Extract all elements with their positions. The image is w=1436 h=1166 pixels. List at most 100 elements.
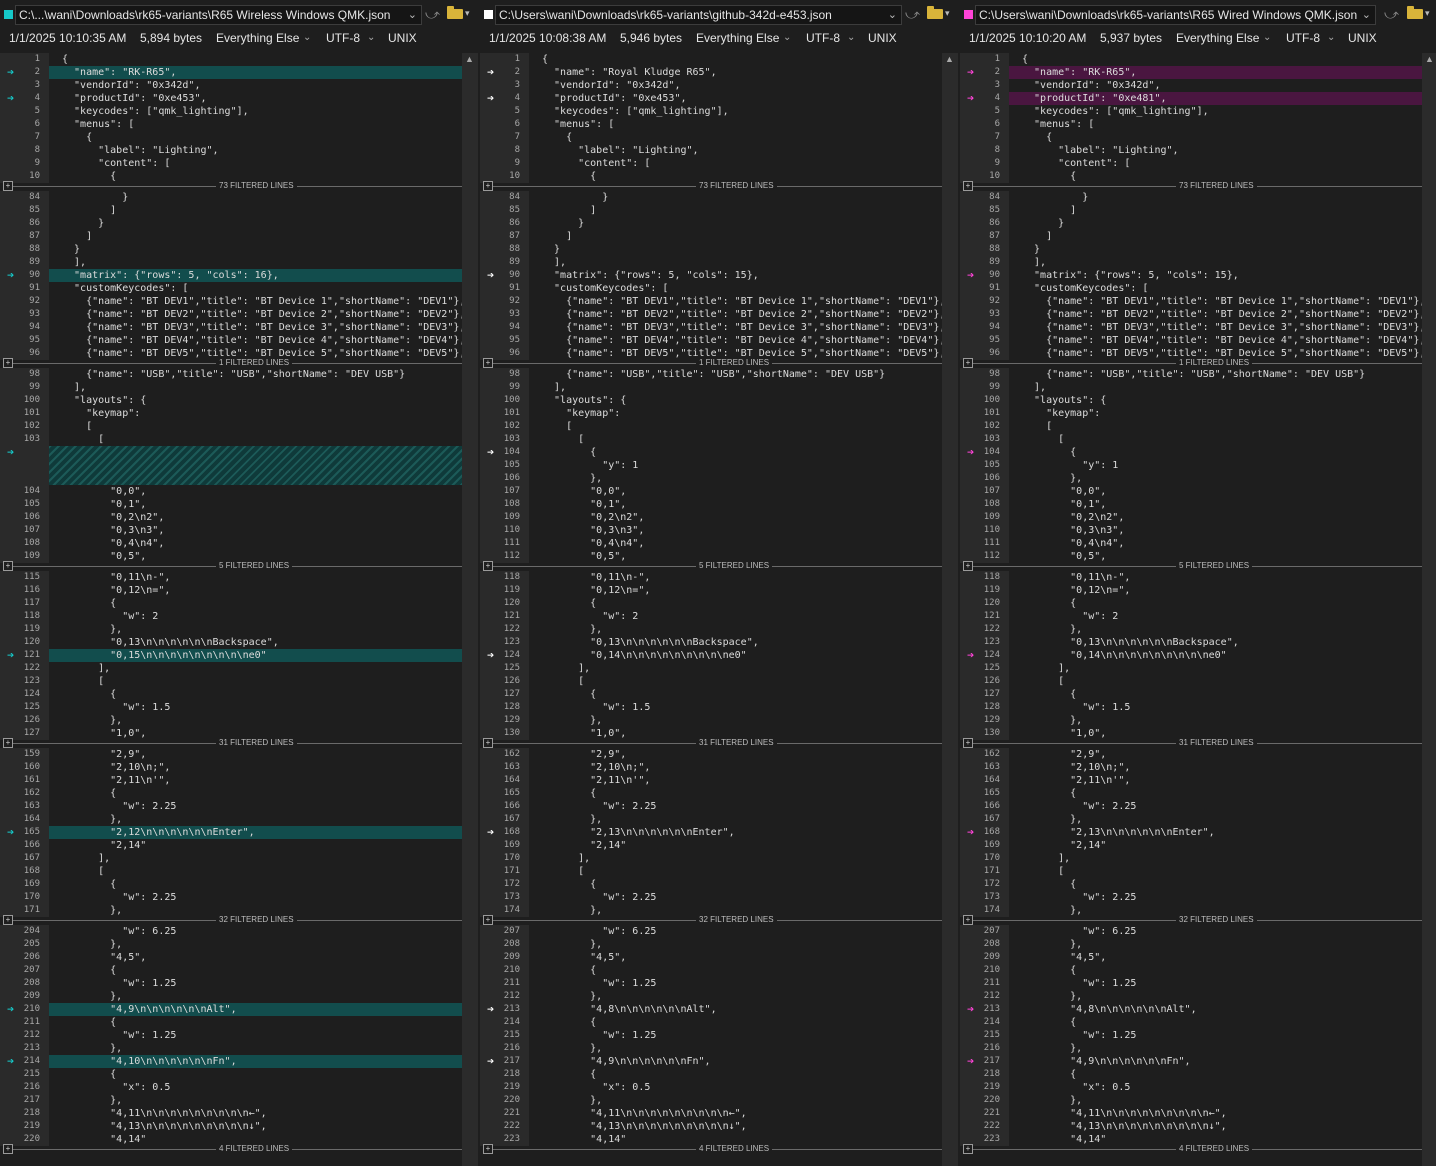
code-line[interactable]: 171 [ xyxy=(480,865,942,878)
code-line[interactable]: 211 "w": 1.25 xyxy=(960,977,1422,990)
code-line[interactable]: 219 "4,13\n\n\n\n\n\n\n\n\n↓", xyxy=(0,1120,462,1133)
code-line[interactable]: ➔ 168 "2,13\n\n\n\n\n\nEnter", xyxy=(480,826,942,839)
code-line[interactable]: 166 "w": 2.25 xyxy=(960,800,1422,813)
code-line[interactable]: 220 }, xyxy=(960,1094,1422,1107)
code-line[interactable]: 105 "0,1", xyxy=(0,498,462,511)
code-line[interactable]: 127 { xyxy=(960,688,1422,701)
code-line[interactable]: 221 "4,11\n\n\n\n\n\n\n\n\n←", xyxy=(480,1107,942,1120)
code-line[interactable]: 208 "w": 1.25 xyxy=(0,977,462,990)
code-line[interactable]: 103 [ xyxy=(0,433,462,446)
code-line[interactable]: ➔ 165 "2,12\n\n\n\n\n\nEnter", xyxy=(0,826,462,839)
filtered-lines-separator[interactable]: +1 FILTERED LINES xyxy=(480,358,942,368)
code-line[interactable]: 222 "4,13\n\n\n\n\n\n\n\n\n↓", xyxy=(960,1120,1422,1133)
code-line[interactable]: 99 ], xyxy=(960,381,1422,394)
code-line[interactable]: 220 }, xyxy=(480,1094,942,1107)
code-line[interactable]: 163 "2,10\n;", xyxy=(480,761,942,774)
code-line[interactable]: 119 "0,12\n=", xyxy=(960,584,1422,597)
code-line[interactable]: 92 {"name": "BT DEV1","title": "BT Devic… xyxy=(480,295,942,308)
code-line[interactable]: 120 { xyxy=(960,597,1422,610)
code-line[interactable]: 120 { xyxy=(480,597,942,610)
code-line[interactable]: 103 [ xyxy=(480,433,942,446)
code-line[interactable]: 214 { xyxy=(480,1016,942,1029)
code-line[interactable]: 94 {"name": "BT DEV3","title": "BT Devic… xyxy=(960,321,1422,334)
folder-dropdown-icon[interactable]: ▾ xyxy=(1425,8,1430,19)
code-line[interactable]: 212 "w": 1.25 xyxy=(0,1029,462,1042)
code-line[interactable]: 160 "2,10\n;", xyxy=(0,761,462,774)
code-line[interactable]: 123 [ xyxy=(0,675,462,688)
code-line[interactable]: 118 "w": 2 xyxy=(0,610,462,623)
chevron-down-icon[interactable]: ⌄ xyxy=(783,28,791,48)
expand-icon[interactable]: + xyxy=(3,561,13,571)
code-line[interactable]: 104 "0,0", xyxy=(0,485,462,498)
code-line[interactable]: 122 ], xyxy=(0,662,462,675)
filtered-lines-separator[interactable]: +32 FILTERED LINES xyxy=(0,915,462,925)
filtered-lines-separator[interactable]: +31 FILTERED LINES xyxy=(480,738,942,748)
code-line[interactable]: 168 [ xyxy=(0,865,462,878)
expand-icon[interactable]: + xyxy=(483,738,493,748)
code-line[interactable]: 215 { xyxy=(0,1068,462,1081)
code-line[interactable]: 1{ xyxy=(0,53,462,66)
expand-icon[interactable]: + xyxy=(963,358,973,368)
code-line[interactable]: 88 } xyxy=(480,243,942,256)
expand-icon[interactable]: + xyxy=(3,181,13,191)
code-line[interactable]: 209 "4,5", xyxy=(960,951,1422,964)
encoding-select[interactable]: UTF-8 xyxy=(326,28,360,48)
scroll-up-icon[interactable]: ▲ xyxy=(465,54,474,64)
filtered-lines-separator[interactable]: +73 FILTERED LINES xyxy=(960,181,1422,191)
code-line[interactable]: 86 } xyxy=(0,217,462,230)
code-line[interactable]: 163 "2,10\n;", xyxy=(960,761,1422,774)
expand-icon[interactable]: + xyxy=(483,915,493,925)
code-line[interactable]: 87 ] xyxy=(0,230,462,243)
diff-arrow-icon[interactable]: ➔ xyxy=(7,446,14,459)
code-line[interactable]: 9 "content": [ xyxy=(0,157,462,170)
code-line[interactable]: 218 "4,11\n\n\n\n\n\n\n\n\n←", xyxy=(0,1107,462,1120)
code-line[interactable]: 110 "0,3\n3", xyxy=(480,524,942,537)
code-line[interactable]: 111 "0,4\n4", xyxy=(960,537,1422,550)
filtered-lines-separator[interactable]: +5 FILTERED LINES xyxy=(960,561,1422,571)
filtered-lines-separator[interactable]: +5 FILTERED LINES xyxy=(0,561,462,571)
open-folder-icon[interactable] xyxy=(447,6,463,19)
code-line[interactable]: ➔ 104 { xyxy=(480,446,942,459)
code-line[interactable]: 84 } xyxy=(960,191,1422,204)
code-line[interactable]: 7 { xyxy=(960,131,1422,144)
code-line[interactable]: 98 {"name": "USB","title": "USB","shortN… xyxy=(960,368,1422,381)
code-line[interactable]: 5 "keycodes": ["qmk_lighting"], xyxy=(0,105,462,118)
code-line[interactable]: ➔ 90 "matrix": {"rows": 5, "cols": 15}, xyxy=(960,269,1422,282)
code-line[interactable]: 5 "keycodes": ["qmk_lighting"], xyxy=(480,105,942,118)
code-line[interactable]: 216 "x": 0.5 xyxy=(0,1081,462,1094)
code-line[interactable]: ➔ 124 "0,14\n\n\n\n\n\n\n\n\ne0" xyxy=(960,649,1422,662)
code-line[interactable]: 218 { xyxy=(480,1068,942,1081)
code-line[interactable]: 167 ], xyxy=(0,852,462,865)
code-line[interactable]: 88 } xyxy=(0,243,462,256)
code-line[interactable]: ➔ 4 "productId": "0xe453", xyxy=(480,92,942,105)
code-line[interactable]: 105 "y": 1 xyxy=(960,459,1422,472)
code-line[interactable]: 210 { xyxy=(960,964,1422,977)
code-line[interactable]: 106 }, xyxy=(960,472,1422,485)
filtered-lines-separator[interactable]: +1 FILTERED LINES xyxy=(0,358,462,368)
code-line[interactable]: 204 "w": 6.25 xyxy=(0,925,462,938)
encoding-select[interactable]: UTF-8 xyxy=(806,28,840,48)
expand-icon[interactable]: + xyxy=(963,561,973,571)
code-line[interactable]: 100 "layouts": { xyxy=(960,394,1422,407)
filtered-lines-separator[interactable]: +1 FILTERED LINES xyxy=(960,358,1422,368)
code-line[interactable]: 121 "w": 2 xyxy=(960,610,1422,623)
file-path-combo[interactable]: C:\...\wani\Downloads\rk65-variants\R65 … xyxy=(15,5,422,25)
code-line[interactable]: ➔ 124 "0,14\n\n\n\n\n\n\n\n\ne0" xyxy=(480,649,942,662)
code-line[interactable]: 162 "2,9", xyxy=(960,748,1422,761)
code-line[interactable]: 125 ], xyxy=(960,662,1422,675)
code-line[interactable]: 162 { xyxy=(0,787,462,800)
code-line[interactable]: 85 ] xyxy=(480,204,942,217)
code-line[interactable]: 210 { xyxy=(480,964,942,977)
filtered-lines-separator[interactable]: +4 FILTERED LINES xyxy=(480,1144,942,1154)
code-line[interactable]: 164 "2,11\n'", xyxy=(960,774,1422,787)
chevron-down-icon[interactable]: ⌄ xyxy=(408,6,417,24)
code-line[interactable]: 102 [ xyxy=(0,420,462,433)
code-line[interactable]: 159 "2,9", xyxy=(0,748,462,761)
code-line[interactable]: 127 { xyxy=(480,688,942,701)
filtered-lines-separator[interactable]: +31 FILTERED LINES xyxy=(960,738,1422,748)
code-line[interactable]: 8 "label": "Lighting", xyxy=(480,144,942,157)
code-line[interactable]: 95 {"name": "BT DEV4","title": "BT Devic… xyxy=(960,334,1422,347)
chevron-down-icon[interactable]: ⌄ xyxy=(847,28,855,48)
expand-icon[interactable]: + xyxy=(963,181,973,191)
code-line[interactable]: 109 "0,2\n2", xyxy=(960,511,1422,524)
